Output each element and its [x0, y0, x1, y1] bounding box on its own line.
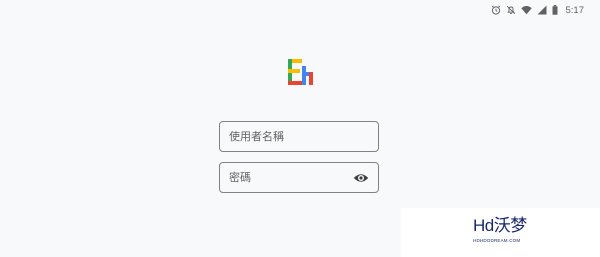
signal-icon: [537, 5, 547, 15]
eye-icon[interactable]: [353, 170, 369, 186]
battery-icon: [552, 5, 558, 15]
wifi-icon: [520, 5, 532, 15]
status-time: 5:17: [565, 4, 585, 16]
status-bar: 5:17: [491, 3, 585, 17]
vibrate-off-icon: [506, 5, 516, 15]
password-field[interactable]: [219, 162, 379, 193]
alarm-icon: [491, 5, 501, 15]
watermark: Hd沃梦 HDHDODREAM.COM: [401, 208, 600, 257]
watermark-text: Hd沃梦: [473, 216, 527, 235]
password-input[interactable]: [229, 171, 349, 184]
username-input[interactable]: [229, 130, 369, 143]
username-field[interactable]: [219, 121, 379, 152]
app-logo-icon: [287, 58, 315, 86]
watermark-subtext: HDHDODREAM.COM: [473, 238, 521, 243]
